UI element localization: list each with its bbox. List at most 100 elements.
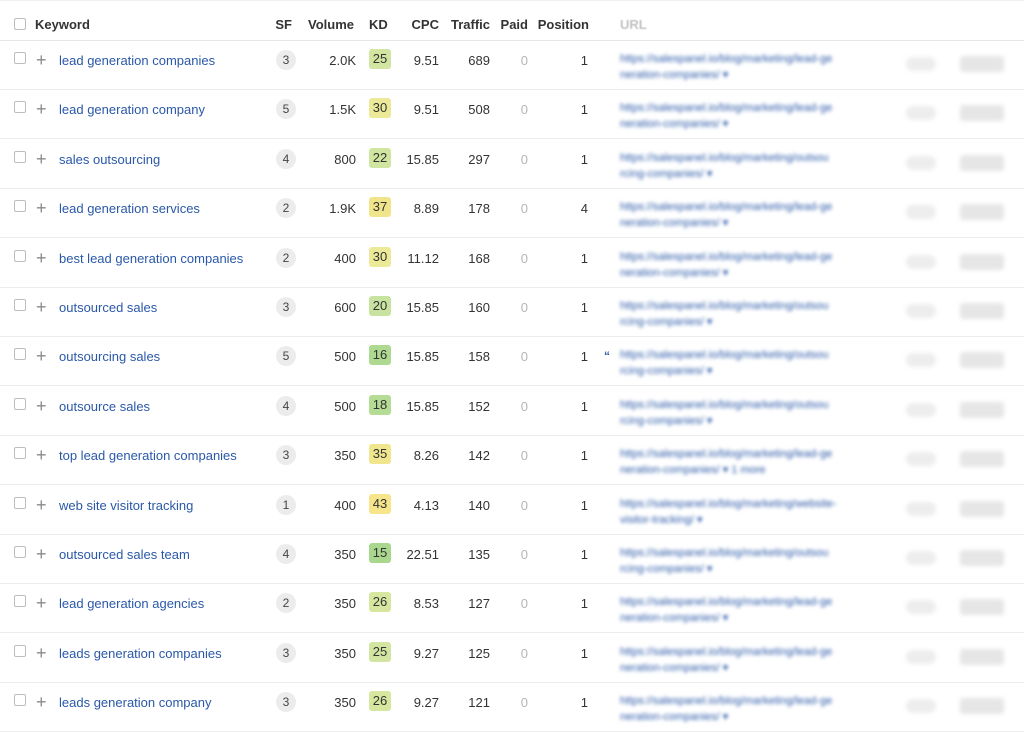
row-checkbox[interactable] [14, 447, 26, 460]
keyword-link[interactable]: lead generation company [59, 102, 205, 118]
url-line[interactable]: neration-companies/ ▾ 1 more [620, 464, 766, 476]
url-line[interactable]: https://salespanel.io/blog/marketing/out… [620, 547, 829, 559]
row-checkbox[interactable] [14, 348, 26, 361]
serp-toggle-icon[interactable] [906, 402, 936, 417]
row-checkbox[interactable] [14, 595, 26, 608]
url-line[interactable]: https://salespanel.io/blog/marketing/lea… [620, 53, 832, 65]
add-to-list-icon[interactable]: + [36, 397, 47, 415]
url-cell[interactable]: https://salespanel.io/blog/marketing/lea… [620, 251, 890, 283]
url-line[interactable]: https://salespanel.io/blog/marketing/out… [620, 349, 829, 361]
add-to-list-icon[interactable]: + [36, 545, 47, 563]
serp-features-badge[interactable]: 4 [276, 395, 296, 416]
url-cell[interactable]: https://salespanel.io/blog/marketing/lea… [620, 448, 890, 480]
serp-features-badge[interactable]: 3 [276, 642, 296, 663]
serp-toggle-icon[interactable] [906, 649, 936, 664]
serp-features-badge[interactable]: 2 [276, 247, 296, 268]
add-to-list-icon[interactable]: + [36, 51, 47, 69]
serp-toggle-icon[interactable] [906, 353, 936, 368]
serp-toggle-icon[interactable] [906, 452, 936, 467]
keyword-link[interactable]: top lead generation companies [59, 448, 237, 464]
url-cell[interactable]: https://salespanel.io/blog/marketing/web… [620, 498, 890, 530]
serp-toggle-icon[interactable] [906, 254, 936, 269]
url-line[interactable]: https://salespanel.io/blog/marketing/lea… [620, 201, 832, 213]
url-line[interactable]: rcing-companies/ ▾ [620, 316, 712, 328]
url-line[interactable]: https://salespanel.io/blog/marketing/out… [620, 300, 829, 312]
serp-features-badge[interactable]: 2 [276, 593, 296, 614]
serp-toggle-icon[interactable] [906, 501, 936, 516]
url-line[interactable]: rcing-companies/ ▾ [620, 415, 712, 427]
header-url[interactable]: URL [620, 18, 647, 32]
keyword-link[interactable]: leads generation company [59, 695, 212, 711]
url-cell[interactable]: https://salespanel.io/blog/marketing/lea… [620, 102, 890, 134]
row-action-button[interactable] [960, 352, 1004, 369]
serp-features-badge[interactable]: 4 [276, 148, 296, 169]
url-line[interactable]: https://salespanel.io/blog/marketing/out… [620, 399, 829, 411]
serp-features-badge[interactable]: 3 [276, 50, 296, 70]
url-cell[interactable]: https://salespanel.io/blog/marketing/out… [620, 349, 890, 381]
url-cell[interactable]: https://salespanel.io/blog/marketing/out… [620, 152, 890, 184]
header-cpc[interactable]: CPC [405, 18, 439, 32]
url-line[interactable]: neration-companies/ ▾ [620, 267, 728, 279]
header-sf[interactable]: SF [262, 18, 292, 32]
row-action-button[interactable] [960, 599, 1004, 616]
add-to-list-icon[interactable]: + [36, 594, 47, 612]
url-cell[interactable]: https://salespanel.io/blog/marketing/out… [620, 300, 890, 332]
keyword-link[interactable]: best lead generation companies [59, 251, 243, 267]
serp-toggle-icon[interactable] [906, 600, 936, 615]
row-checkbox[interactable] [14, 200, 26, 213]
url-line[interactable]: rcing-companies/ ▾ [620, 168, 712, 180]
add-to-list-icon[interactable]: + [36, 199, 47, 217]
serp-toggle-icon[interactable] [906, 205, 936, 220]
row-checkbox[interactable] [14, 397, 26, 410]
keyword-link[interactable]: outsourcing sales [59, 349, 160, 365]
select-all-checkbox[interactable] [14, 18, 26, 30]
row-action-button[interactable] [960, 648, 1004, 665]
serp-toggle-icon[interactable] [906, 699, 936, 714]
serp-features-badge[interactable]: 3 [276, 445, 296, 466]
header-kd[interactable]: KD [369, 18, 388, 32]
url-line[interactable]: https://salespanel.io/blog/marketing/out… [620, 152, 829, 164]
serp-toggle-icon[interactable] [906, 551, 936, 565]
url-line[interactable]: https://salespanel.io/blog/marketing/lea… [620, 695, 832, 707]
row-checkbox[interactable] [14, 249, 26, 262]
url-cell[interactable]: https://salespanel.io/blog/marketing/out… [620, 547, 890, 579]
header-traffic[interactable]: Traffic [446, 18, 490, 32]
keyword-link[interactable]: outsource sales [59, 399, 150, 415]
add-to-list-icon[interactable]: + [36, 446, 47, 464]
header-paid[interactable]: Paid [496, 18, 528, 32]
row-action-button[interactable] [960, 550, 1004, 566]
row-action-button[interactable] [960, 500, 1004, 517]
serp-features-badge[interactable]: 5 [276, 99, 296, 120]
row-action-button[interactable] [960, 303, 1004, 319]
add-to-list-icon[interactable]: + [36, 249, 47, 267]
header-position[interactable]: Position [536, 18, 589, 32]
url-line[interactable]: https://salespanel.io/blog/marketing/lea… [620, 646, 832, 658]
serp-features-badge[interactable]: 2 [276, 198, 296, 219]
url-cell[interactable]: https://salespanel.io/blog/marketing/lea… [620, 53, 890, 85]
keyword-link[interactable]: outsourced sales team [59, 547, 190, 563]
header-volume[interactable]: Volume [300, 18, 354, 32]
keyword-link[interactable]: outsourced sales [59, 300, 157, 316]
row-action-button[interactable] [960, 401, 1004, 418]
keyword-link[interactable]: web site visitor tracking [59, 498, 193, 514]
row-action-button[interactable] [960, 451, 1004, 468]
url-line[interactable]: https://salespanel.io/blog/marketing/lea… [620, 251, 832, 263]
add-to-list-icon[interactable]: + [36, 100, 47, 118]
serp-toggle-icon[interactable] [906, 57, 936, 71]
add-to-list-icon[interactable]: + [36, 496, 47, 514]
row-action-button[interactable] [960, 105, 1004, 122]
row-checkbox[interactable] [14, 694, 26, 707]
serp-features-badge[interactable]: 4 [276, 544, 296, 564]
row-checkbox[interactable] [14, 299, 26, 311]
header-keyword[interactable]: Keyword [35, 18, 90, 32]
url-line[interactable]: neration-companies/ ▾ [620, 662, 728, 674]
row-action-button[interactable] [960, 204, 1004, 221]
row-action-button[interactable] [960, 56, 1004, 72]
url-line[interactable]: neration-companies/ ▾ [620, 69, 728, 81]
keyword-link[interactable]: sales outsourcing [59, 152, 160, 168]
serp-toggle-icon[interactable] [906, 304, 936, 318]
row-action-button[interactable] [960, 154, 1004, 171]
keyword-link[interactable]: leads generation companies [59, 646, 222, 662]
url-cell[interactable]: https://salespanel.io/blog/marketing/lea… [620, 695, 890, 727]
url-line[interactable]: https://salespanel.io/blog/marketing/web… [620, 498, 836, 510]
